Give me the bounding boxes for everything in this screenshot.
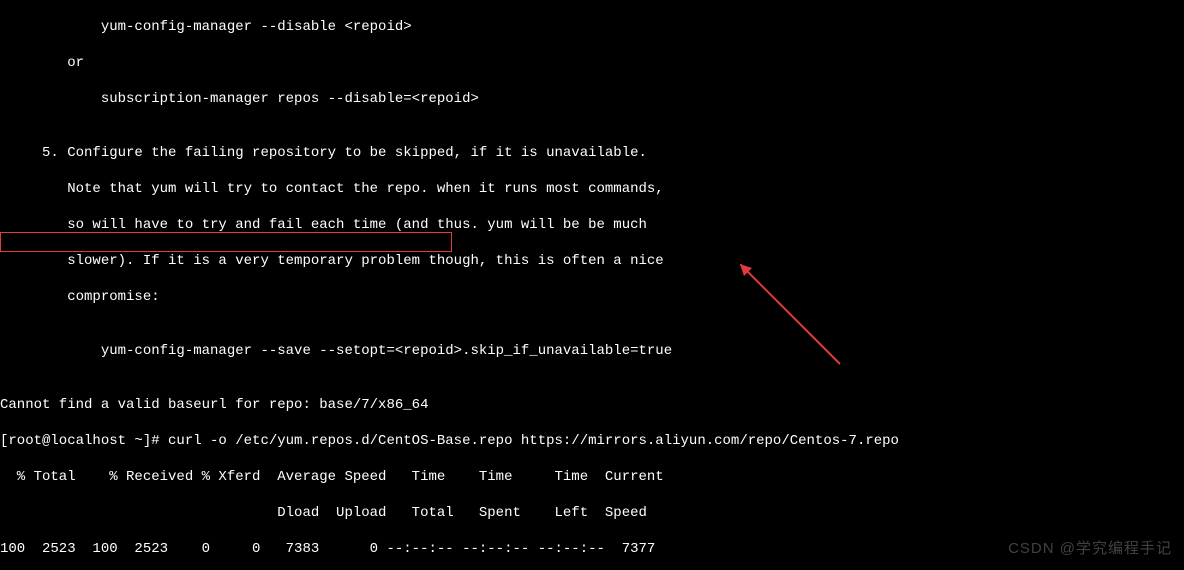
output-line: so will have to try and fail each time (… — [0, 216, 1184, 234]
output-line: Note that yum will try to contact the re… — [0, 180, 1184, 198]
terminal-output: yum-config-manager --disable <repoid> or… — [0, 0, 1184, 570]
output-line: subscription-manager repos --disable=<re… — [0, 90, 1184, 108]
output-line: yum-config-manager --save --setopt=<repo… — [0, 342, 1184, 360]
output-line: % Total % Received % Xferd Average Speed… — [0, 468, 1184, 486]
output-line: compromise: — [0, 288, 1184, 306]
output-line: or — [0, 54, 1184, 72]
output-line: yum-config-manager --disable <repoid> — [0, 18, 1184, 36]
output-line: 100 2523 100 2523 0 0 7383 0 --:--:-- --… — [0, 540, 1184, 558]
output-line: 5. Configure the failing repository to b… — [0, 144, 1184, 162]
output-line: Dload Upload Total Spent Left Speed — [0, 504, 1184, 522]
error-line: Cannot find a valid baseurl for repo: ba… — [0, 396, 1184, 414]
prompt-line: [root@localhost ~]# curl -o /etc/yum.rep… — [0, 432, 1184, 450]
output-line: slower). If it is a very temporary probl… — [0, 252, 1184, 270]
